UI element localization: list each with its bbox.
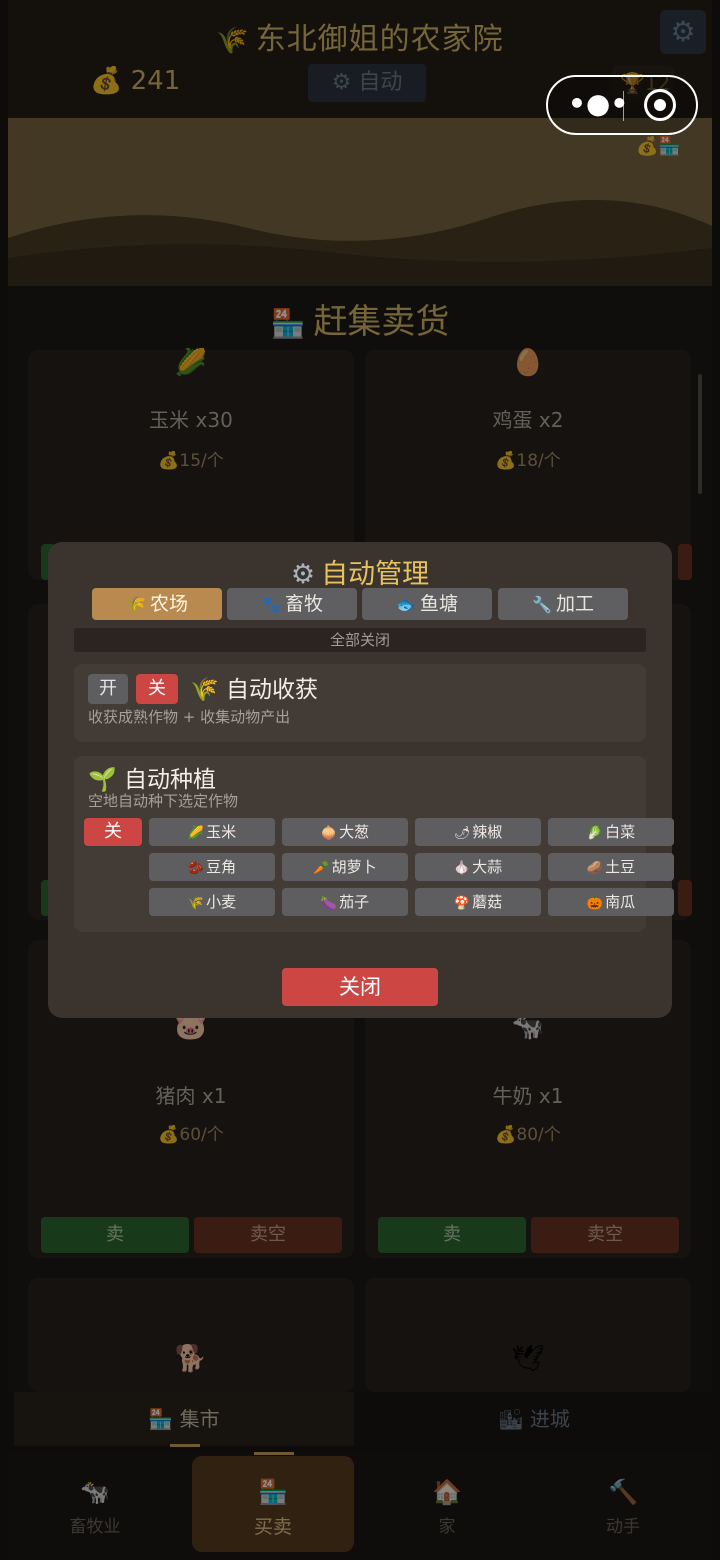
more-menu-button[interactable]: •●• [568,89,628,121]
harvest-description: 收获成熟作物 + 收集动物产出 [88,708,291,726]
mushroom-icon: 🍄 [453,896,471,911]
app-root: 🌾 东北御姐的农家院 💰 241 ⚙ 自动 🏆12 ⚙ 💰🏪 🏪 赶集卖货 🌽 … [0,0,720,1560]
crop-option-corn[interactable]: 🌽 玉米 [149,818,275,846]
capsule-divider [623,91,624,121]
potato-icon: 🥔 [586,861,604,876]
wheat-icon: 🌾 [126,595,146,614]
harvest-title: 🌾 自动收获 [190,677,318,703]
auto-plant-section: 🌱 自动种植 空地自动种下选定作物 关 🌽 玉米 🧅 大葱 🌶 辣椒 🥬 白菜 🫘 豆角 … [74,756,674,932]
carrot-icon: 🥕 [313,861,330,876]
tab-processing[interactable]: 🔧 加工 [498,588,628,620]
plant-description: 空地自动种下选定作物 [88,792,239,810]
garlic-icon: 🧄 [453,861,471,876]
crop-option-eggplant[interactable]: 🍆 茄子 [282,888,408,916]
wheat-icon: 🌾 [187,896,205,911]
auto-harvest-section: 开 关 🌾 自动收获 收获成熟作物 + 收集动物产出 [74,664,646,742]
harvest-on-toggle[interactable]: 开 [88,674,128,704]
crop-option-potato[interactable]: 🥔 土豆 [548,853,674,881]
paw-icon: 🐾 [261,595,281,614]
crop-option-beans[interactable]: 🫘 豆角 [149,853,275,881]
plant-off-toggle[interactable]: 关 [84,818,142,846]
cabbage-icon: 🥬 [586,826,604,841]
beans-icon: 🫘 [187,861,205,876]
wrench-icon: 🔧 [532,595,552,614]
onion-icon: 🧅 [320,826,338,841]
chili-icon: 🌶 [453,826,471,841]
close-dialog-button[interactable]: 关闭 [282,968,438,1006]
dialog-title-text: 自动管理 [321,559,430,590]
pumpkin-icon: 🎃 [586,896,604,911]
dialog-title: ⚙ 自动管理 [48,552,672,591]
crop-option-mushroom[interactable]: 🍄 蘑菇 [415,888,541,916]
crop-option-cabbage[interactable]: 🥬 白菜 [548,818,674,846]
gear-icon: ⚙ [290,559,316,590]
crop-option-chili[interactable]: 🌶 辣椒 [415,818,541,846]
auto-manage-dialog: ⚙ 自动管理 🌾 农场 🐾 畜牧 🐟 鱼塘 🔧 加工 全部关闭 开 关 🌾 自动收获 收获… [48,542,674,1018]
tab-farm[interactable]: 🌾 农场 [92,588,222,620]
crop-option-garlic[interactable]: 🧄 大蒜 [415,853,541,881]
close-miniprogram-icon[interactable] [644,89,676,121]
miniprogram-capsule: •●• [546,75,698,135]
close-all-button[interactable]: 全部关闭 [74,628,646,652]
tab-livestock[interactable]: 🐾 畜牧 [227,588,357,620]
eggplant-icon: 🍆 [320,896,338,911]
corn-icon: 🌽 [187,826,205,841]
crop-option-carrot[interactable]: 🥕 胡萝卜 [282,853,408,881]
crop-option-pumpkin[interactable]: 🎃 南瓜 [548,888,674,916]
plant-title: 🌱 自动种植 [88,767,216,793]
crop-option-wheat[interactable]: 🌾 小麦 [149,888,275,916]
tab-fishpond[interactable]: 🐟 鱼塘 [362,588,492,620]
wheat-icon: 🌾 [190,677,219,703]
crop-option-scallion[interactable]: 🧅 大葱 [282,818,408,846]
fish-icon: 🐟 [396,595,416,614]
harvest-off-toggle[interactable]: 关 [136,674,178,704]
